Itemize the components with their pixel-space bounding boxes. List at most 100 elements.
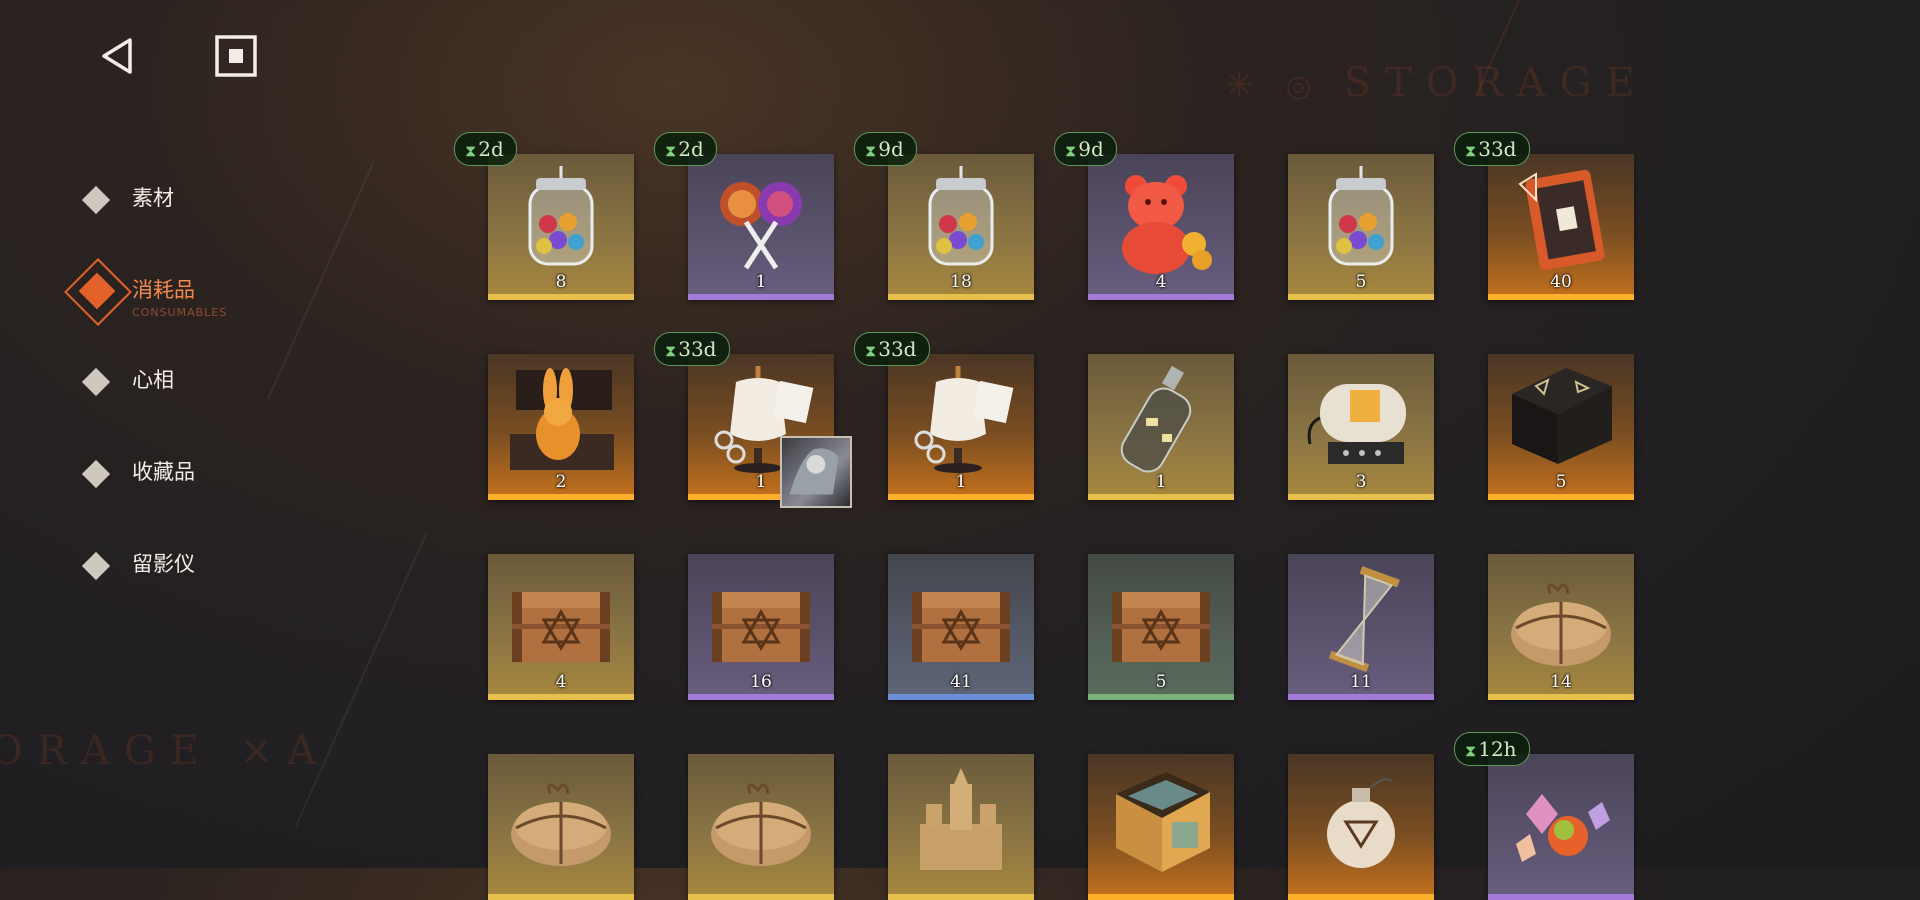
- expiry-timer-badge: ⧗ 33d: [854, 332, 930, 366]
- sidebar-item-psyche[interactable]: 心相: [68, 352, 348, 408]
- rarity-bar: [688, 694, 834, 700]
- stop-button[interactable]: [214, 34, 258, 78]
- diamond-icon: [81, 459, 111, 489]
- item-card: 2: [488, 354, 634, 500]
- lollipop-icon: [706, 164, 816, 274]
- eye-icon: ◎: [1285, 69, 1326, 104]
- item-quantity: 4: [555, 672, 567, 692]
- item-slot[interactable]: 1: [1088, 354, 1234, 500]
- item-slot[interactable]: 3: [1288, 354, 1434, 500]
- gem-candies-icon: [1506, 764, 1616, 874]
- pouch-icon: [1306, 764, 1416, 874]
- sidebar-item-consumables[interactable]: 消耗品 CONSUMABLES: [64, 258, 348, 326]
- item-quantity: 3: [1355, 472, 1367, 492]
- item-slot[interactable]: 40 ⧗ 33d: [1454, 132, 1634, 300]
- item-card: 11: [1288, 554, 1434, 700]
- expiry-timer-badge: ⧗ 2d: [454, 132, 517, 166]
- item-slot[interactable]: 14: [1488, 554, 1634, 700]
- item-slot[interactable]: ⧗ 12h: [1454, 732, 1634, 900]
- rune-crate-icon: [1506, 364, 1616, 474]
- back-button[interactable]: [98, 36, 138, 76]
- storage-watermark-secondary: ORAGE ×A: [0, 728, 331, 774]
- rarity-bar: [1488, 694, 1634, 700]
- wooden-crate-icon: [906, 564, 1016, 674]
- item-quantity: 5: [1155, 672, 1167, 692]
- item-slot[interactable]: [1088, 754, 1234, 900]
- item-slot[interactable]: [888, 754, 1034, 900]
- item-card: 5: [1088, 554, 1234, 700]
- item-card: 4: [1088, 154, 1234, 300]
- item-card: 1: [1088, 354, 1234, 500]
- item-slot[interactable]: 1 ⧗ 2d: [654, 132, 834, 300]
- item-card: 14: [1488, 554, 1634, 700]
- item-card: 40: [1488, 154, 1634, 300]
- rarity-bar: [1288, 694, 1434, 700]
- item-card: [688, 754, 834, 900]
- item-quantity: 18: [950, 272, 972, 292]
- item-card: [1088, 754, 1234, 900]
- rarity-bar: [688, 894, 834, 900]
- square-stop-icon: [215, 35, 257, 77]
- item-card: [488, 754, 634, 900]
- item-slot[interactable]: 5: [1088, 554, 1234, 700]
- item-slot[interactable]: [688, 754, 834, 900]
- sidebar-item-label: 留影仪: [132, 552, 195, 576]
- storage-watermark: ✳ ◎ STORAGE: [1225, 60, 1649, 106]
- item-quantity: 1: [955, 472, 967, 492]
- item-quantity: 40: [1550, 272, 1572, 292]
- wooden-crate-icon: [506, 564, 616, 674]
- rarity-bar: [688, 294, 834, 300]
- sidebar-item-collectibles[interactable]: 收藏品: [68, 444, 348, 500]
- item-slot[interactable]: 1 ⧗ 33d: [654, 332, 852, 508]
- item-slot[interactable]: [1288, 754, 1434, 900]
- rarity-bar: [488, 294, 634, 300]
- item-slot[interactable]: 5: [1488, 354, 1634, 500]
- timer-value: 33d: [878, 337, 917, 361]
- hourglass-timer-icon: ⧗: [465, 141, 477, 160]
- item-card: 18: [888, 154, 1034, 300]
- item-card: [1288, 754, 1434, 900]
- item-card: 5: [1488, 354, 1634, 500]
- rarity-bar: [1288, 494, 1434, 500]
- item-quantity: 2: [555, 472, 567, 492]
- hourglass-timer-icon: ⧗: [1065, 141, 1077, 160]
- rabbit-box-icon: [506, 364, 616, 474]
- hourglass-icon: [1306, 564, 1416, 674]
- item-card: 41: [888, 554, 1034, 700]
- rarity-bar: [1088, 694, 1234, 700]
- rarity-bar: [1088, 494, 1234, 500]
- item-slot[interactable]: 18 ⧗ 9d: [854, 132, 1034, 300]
- storage-watermark-text: STORAGE: [1343, 60, 1649, 106]
- gummy-bear-icon: [1106, 164, 1216, 274]
- sidebar-item-camera[interactable]: 留影仪: [68, 536, 348, 592]
- sidebar-item-materials[interactable]: 素材: [68, 170, 348, 226]
- item-slot[interactable]: 5: [1288, 154, 1434, 300]
- diamond-icon: [81, 185, 111, 215]
- rarity-bar: [888, 694, 1034, 700]
- item-slot[interactable]: 4: [488, 554, 634, 700]
- framed-tile-icon: [1106, 764, 1216, 874]
- item-slot[interactable]: 41: [888, 554, 1034, 700]
- item-slot[interactable]: 4 ⧗ 9d: [1054, 132, 1234, 300]
- item-quantity: 41: [950, 672, 972, 692]
- expiry-timer-badge: ⧗ 2d: [654, 132, 717, 166]
- parcel-icon: [506, 764, 616, 874]
- character-portrait-icon: [780, 436, 852, 508]
- rarity-bar: [1488, 294, 1634, 300]
- back-triangle-icon: [102, 38, 132, 74]
- rarity-bar: [488, 494, 634, 500]
- expiry-timer-badge: ⧗ 33d: [1454, 132, 1530, 166]
- item-slot[interactable]: 8 ⧗ 2d: [454, 132, 634, 300]
- item-slot[interactable]: 2: [488, 354, 634, 500]
- timer-value: 2d: [678, 137, 704, 161]
- rarity-bar: [888, 494, 1034, 500]
- item-slot[interactable]: 11: [1288, 554, 1434, 700]
- item-quantity: 5: [1355, 272, 1367, 292]
- item-slot[interactable]: 16: [688, 554, 834, 700]
- capsule-machine-icon: [1306, 364, 1416, 474]
- item-slot[interactable]: 1 ⧗ 33d: [854, 332, 1034, 500]
- item-slot[interactable]: [488, 754, 634, 900]
- candy-jar-icon: [506, 164, 616, 274]
- expiry-timer-badge: ⧗ 33d: [654, 332, 730, 366]
- rune-book-icon: [1506, 164, 1616, 274]
